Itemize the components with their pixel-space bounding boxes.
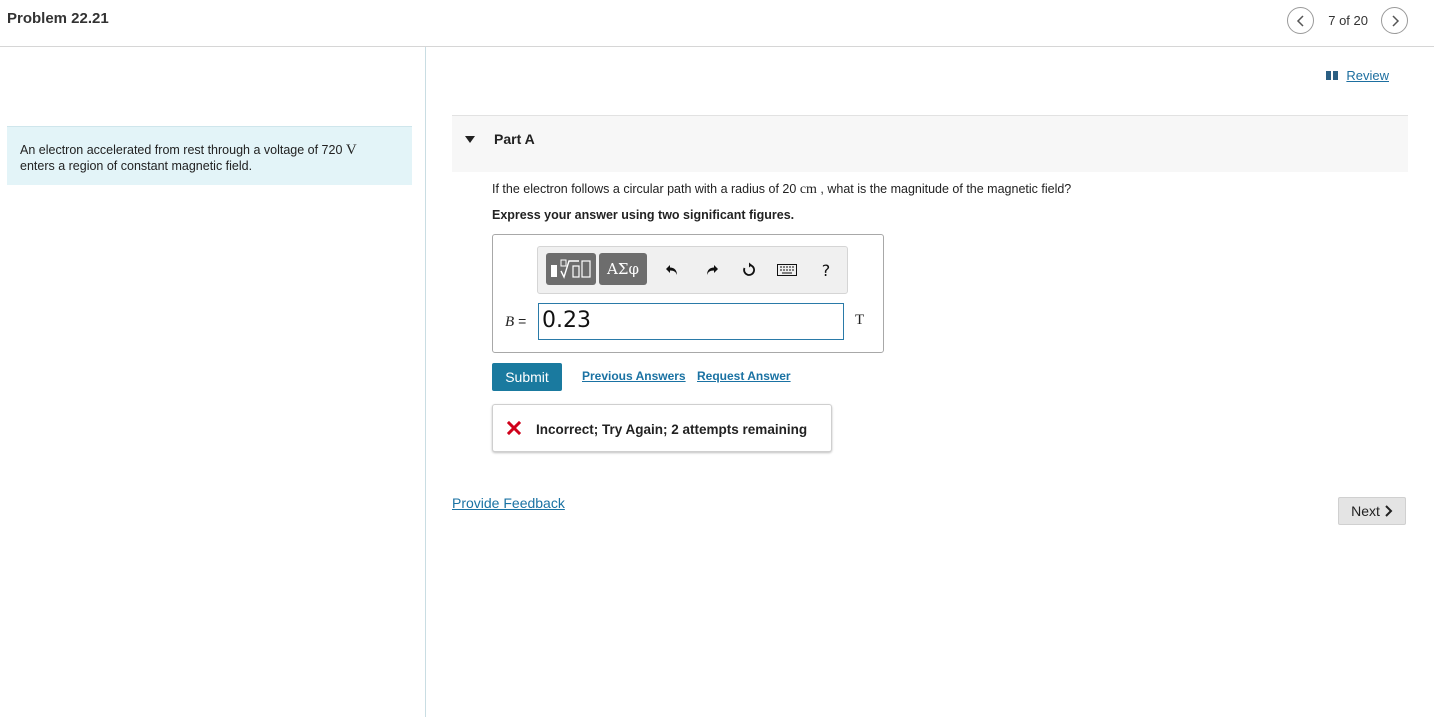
- feedback-box: Incorrect; Try Again; 2 attempts remaini…: [492, 404, 832, 452]
- submit-button[interactable]: Submit: [492, 363, 562, 391]
- instruction-text: Express your answer using two significan…: [492, 208, 795, 222]
- answer-unit: T: [855, 312, 865, 328]
- equals-sign: =: [518, 313, 527, 329]
- problem-title: Problem 22.21: [7, 10, 109, 27]
- page-counter: 7 of 20: [1328, 13, 1368, 28]
- top-bar: Problem 22.21 7 of 20: [0, 0, 1434, 47]
- collapse-triangle-icon[interactable]: [465, 136, 475, 143]
- part-a-header[interactable]: Part A: [452, 115, 1408, 172]
- intro-unit: V: [345, 142, 357, 158]
- intro-text: An electron accelerated from rest throug…: [20, 143, 343, 157]
- request-answer-link[interactable]: Request Answer: [697, 369, 791, 383]
- question-prefix: If the electron follows a circular path …: [492, 182, 797, 196]
- greek-symbols-button[interactable]: ΑΣφ: [599, 253, 647, 285]
- previous-problem-button[interactable]: [1287, 7, 1315, 34]
- templates-icon: [551, 259, 591, 279]
- book-icon: [1326, 71, 1340, 80]
- undo-icon[interactable]: [662, 258, 684, 282]
- intro-text-line2: enters a region of constant magnetic fie…: [20, 159, 253, 173]
- variable-label: B =: [505, 313, 526, 331]
- answer-box: ΑΣφ ? B = 0.23 T: [492, 234, 884, 353]
- provide-feedback-link[interactable]: Provide Feedback: [452, 495, 565, 511]
- next-problem-button[interactable]: [1381, 7, 1408, 34]
- problem-intro: An electron accelerated from rest throug…: [7, 126, 412, 185]
- chevron-left-icon: [1296, 14, 1304, 27]
- help-button[interactable]: ?: [815, 258, 837, 282]
- pager: 7 of 20: [1287, 7, 1408, 34]
- templates-button[interactable]: [546, 253, 596, 285]
- question-unit: cm: [799, 182, 817, 197]
- answer-input[interactable]: 0.23: [538, 303, 844, 340]
- next-label: Next: [1351, 503, 1380, 519]
- redo-icon[interactable]: [700, 258, 722, 282]
- chevron-right-icon: [1385, 505, 1393, 517]
- previous-answers-link[interactable]: Previous Answers: [582, 369, 686, 383]
- chevron-right-icon: [1391, 14, 1399, 27]
- review-label: Review: [1346, 68, 1389, 83]
- panel-divider: [425, 47, 426, 717]
- next-button[interactable]: Next: [1338, 497, 1406, 525]
- keyboard-icon[interactable]: [776, 258, 798, 282]
- incorrect-x-icon: [506, 420, 522, 436]
- review-link[interactable]: Review: [1326, 68, 1389, 83]
- variable-symbol: B: [505, 314, 515, 330]
- question-suffix: , what is the magnitude of the magnetic …: [820, 182, 1072, 196]
- question-text: If the electron follows a circular path …: [492, 182, 1071, 198]
- feedback-message: Incorrect; Try Again; 2 attempts remaini…: [536, 422, 808, 437]
- math-toolbar: ΑΣφ ?: [537, 246, 848, 294]
- part-label: Part A: [494, 131, 535, 147]
- reset-icon[interactable]: [738, 258, 760, 282]
